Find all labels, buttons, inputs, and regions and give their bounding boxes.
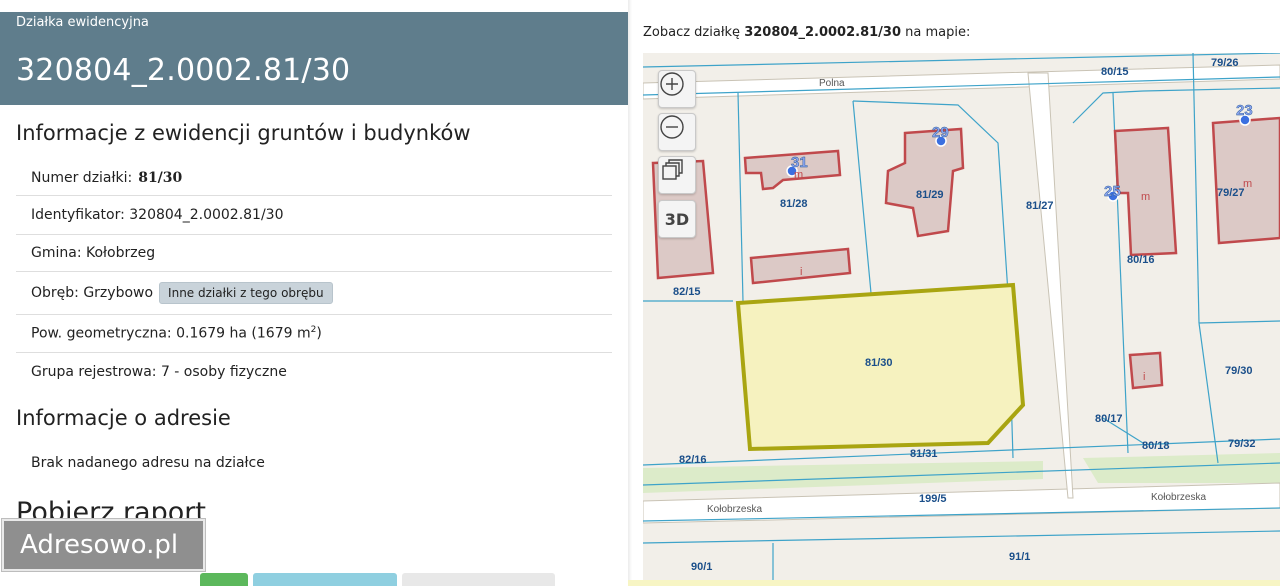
report-tab-green[interactable] xyxy=(200,573,248,586)
caption-parcel: 320804_2.0002.81/30 xyxy=(744,25,902,40)
label-79-27: 79/27 xyxy=(1217,187,1245,199)
bottom-highlight-strip xyxy=(628,580,1280,586)
building-label-m-1: m xyxy=(794,169,803,181)
label-81-31: 81/31 xyxy=(910,448,938,460)
label-82-15: 82/15 xyxy=(673,286,701,298)
caption-prefix: Zobacz działkę xyxy=(643,25,741,40)
label-82-16: 82/16 xyxy=(679,454,707,466)
egib-section-title: Informacje z ewidencji gruntów i budynkó… xyxy=(16,121,471,145)
label-79-30: 79/30 xyxy=(1225,365,1253,377)
addr-23: 23 xyxy=(1236,102,1253,119)
building-label-i-2: i xyxy=(1143,371,1145,383)
row-grupa: Grupa rejestrowa: 7 - osoby fizyczne xyxy=(16,353,612,390)
minus-circle-icon xyxy=(660,115,684,139)
label-91-1: 91/1 xyxy=(1009,551,1030,563)
label-80-15: 80/15 xyxy=(1101,66,1129,78)
caption-suffix: na mapie: xyxy=(905,25,971,40)
layers-button[interactable] xyxy=(658,156,696,194)
pow-text: Pow. geometryczna: 0.1679 ha (1679 m2) xyxy=(31,325,322,342)
pow-prefix: Pow. geometryczna: 0.1679 ha (1679 m xyxy=(31,325,311,342)
map-canvas: 31 29 25 23 80/15 79/26 81/28 81/29 81/2… xyxy=(643,53,1280,586)
label-81-28: 81/28 xyxy=(780,198,808,210)
grupa-text: Grupa rejestrowa: 7 - osoby fizyczne xyxy=(31,363,287,380)
address-text: Brak nadanego adresu na działce xyxy=(31,455,265,471)
building-29 xyxy=(884,127,965,238)
zoom-in-button[interactable] xyxy=(658,70,696,108)
label-199-5: 199/5 xyxy=(919,493,947,505)
row-identyfikator: Identyfikator: 320804_2.0002.81/30 xyxy=(16,196,612,235)
street-kolobrzeska-left: Kołobrzeska xyxy=(707,504,762,515)
view-3d-button[interactable]: 3D xyxy=(658,200,696,238)
pow-suffix: ) xyxy=(316,325,322,342)
street-kolobrzeska-right: Kołobrzeska xyxy=(1151,492,1206,503)
label-80-17: 80/17 xyxy=(1095,413,1123,425)
row-gmina: Gmina: Kołobrzeg xyxy=(16,235,612,272)
panel-divider xyxy=(628,0,632,586)
address-points xyxy=(786,114,1251,202)
building-label-m-2: m xyxy=(1141,191,1150,203)
street-polna: Polna xyxy=(819,78,845,89)
row-powierzchnia: Pow. geometryczna: 0.1679 ha (1679 m2) xyxy=(16,315,612,353)
label-80-16: 80/16 xyxy=(1127,254,1155,266)
label-79-26: 79/26 xyxy=(1211,57,1239,69)
label-81-27: 81/27 xyxy=(1026,200,1054,212)
gmina-text: Gmina: Kołobrzeg xyxy=(31,245,156,261)
address-section-title: Informacje o adresie xyxy=(16,406,231,430)
parcel-map[interactable]: 31 29 25 23 80/15 79/26 81/28 81/29 81/2… xyxy=(643,53,1280,586)
report-tab-blue[interactable] xyxy=(253,573,397,586)
addr-29: 29 xyxy=(932,124,949,141)
parcel-header: Działka ewidencyjna 320804_2.0002.81/30 xyxy=(0,12,628,105)
adresowo-logo[interactable]: Adresowo.pl xyxy=(2,519,205,571)
plus-circle-icon xyxy=(660,72,684,96)
building-label-m-3: m xyxy=(1243,178,1252,190)
other-parcels-button[interactable]: Inne działki z tego obrębu xyxy=(159,282,333,304)
label-80-18: 80/18 xyxy=(1142,440,1170,452)
zoom-out-button[interactable] xyxy=(658,113,696,151)
map-caption: Zobacz działkę 320804_2.0002.81/30 na ma… xyxy=(643,25,970,40)
label-81-29: 81/29 xyxy=(916,189,944,201)
road-vertical xyxy=(1027,72,1074,499)
label-79-32: 79/32 xyxy=(1228,438,1256,450)
numer-label: Numer działki: xyxy=(31,169,133,186)
building-i-right xyxy=(1128,351,1164,390)
label-90-1: 90/1 xyxy=(691,561,712,573)
row-address: Brak nadanego adresu na działce xyxy=(16,445,612,481)
identyfikator-text: Identyfikator: 320804_2.0002.81/30 xyxy=(31,207,284,223)
addr-25: 25 xyxy=(1104,183,1121,200)
row-numer: Numer działki: 81/30 xyxy=(16,160,612,196)
header-kicker: Działka ewidencyjna xyxy=(16,15,149,30)
building-label-i-1: i xyxy=(800,266,802,278)
numer-value: 81/30 xyxy=(138,169,183,186)
green-verge-right xyxy=(1083,453,1280,483)
row-obreb: Obręb: Grzybowo Inne działki z tego obrę… xyxy=(16,272,612,315)
layers-icon xyxy=(662,159,683,180)
parcel-info-panel: Działka ewidencyjna 320804_2.0002.81/30 … xyxy=(0,0,628,586)
label-81-30: 81/30 xyxy=(865,357,893,369)
obreb-text: Obręb: Grzybowo xyxy=(31,285,154,301)
report-tab-gray[interactable] xyxy=(402,573,555,586)
parcel-title: 320804_2.0002.81/30 xyxy=(16,53,351,88)
